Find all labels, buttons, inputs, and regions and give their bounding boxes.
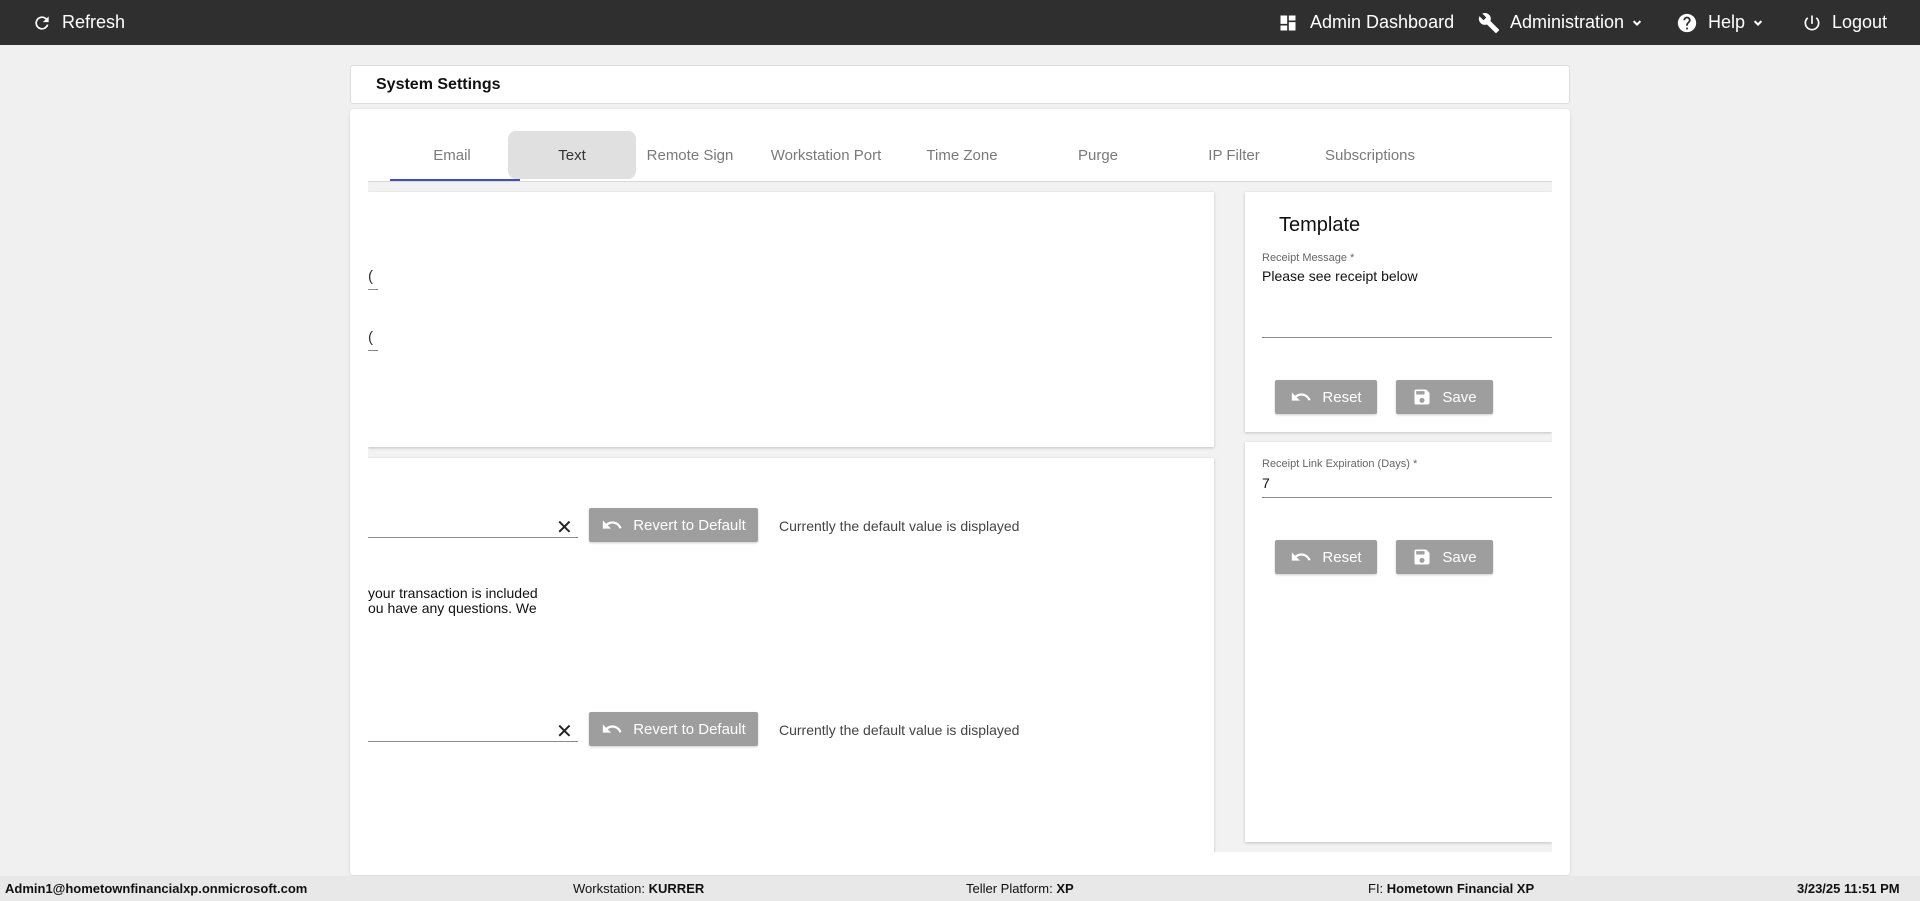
reset-button[interactable]: Reset xyxy=(1275,540,1377,574)
clipped-field-text: ( xyxy=(368,268,373,285)
settings-tabs: Email Text Remote Sign Workstation Port … xyxy=(368,129,1552,182)
active-tab-indicator xyxy=(390,179,520,181)
help-label: Help xyxy=(1708,12,1746,32)
clear-icon[interactable]: ✕ xyxy=(556,518,573,538)
tab-workstation-port[interactable]: Workstation Port xyxy=(762,129,890,181)
refresh-button[interactable]: Refresh xyxy=(32,0,125,45)
tab-content-area: ( ( ✕ Revert to Default Currently the de… xyxy=(368,182,1552,852)
tab-subscriptions[interactable]: Subscriptions xyxy=(1306,129,1434,181)
top-navigation-bar: Refresh Admin Dashboard Administration H… xyxy=(0,0,1920,45)
logout-button[interactable]: Logout xyxy=(1802,0,1887,45)
administration-menu[interactable]: Administration xyxy=(1478,0,1644,45)
status-footer: Admin1@hometownfinancialxp.onmicrosoft.c… xyxy=(0,876,1920,901)
revert-to-default-label: Revert to Default xyxy=(633,720,746,738)
admin-dashboard-label: Admin Dashboard xyxy=(1310,12,1455,32)
default-value-note: Currently the default value is displayed xyxy=(779,518,1020,534)
save-button[interactable]: Save xyxy=(1396,540,1493,574)
template-title: Template xyxy=(1279,214,1361,236)
settings-header-card: System Settings xyxy=(350,65,1570,104)
receipt-message-input[interactable]: Please see receipt below xyxy=(1262,268,1418,284)
clipped-field-text: ( xyxy=(368,329,373,346)
tab-purge[interactable]: Purge xyxy=(1034,129,1162,181)
tab-time-zone[interactable]: Time Zone xyxy=(898,129,1026,181)
save-icon xyxy=(1414,549,1430,565)
page-title: System Settings xyxy=(376,75,501,93)
save-button[interactable]: Save xyxy=(1396,380,1493,414)
expiration-underline xyxy=(1262,497,1552,498)
chevron-down-icon xyxy=(1632,19,1642,26)
logout-label: Logout xyxy=(1832,12,1888,32)
refresh-label: Refresh xyxy=(62,12,126,32)
footer-platform: Teller Platform: XP xyxy=(966,881,1074,896)
wrench-icon xyxy=(1478,12,1500,33)
receipt-message-underline xyxy=(1262,337,1552,338)
undo-icon xyxy=(603,520,622,529)
tab-remote-sign[interactable]: Remote Sign xyxy=(626,129,754,181)
save-icon xyxy=(1414,389,1430,405)
refresh-icon xyxy=(35,15,49,30)
save-label: Save xyxy=(1442,388,1477,406)
reset-label: Reset xyxy=(1322,548,1362,566)
revert-to-default-label: Revert to Default xyxy=(633,516,746,534)
message-text-line: ou have any questions. We xyxy=(368,600,537,616)
footer-datetime: 3/23/25 11:51 PM xyxy=(1797,881,1900,896)
tab-text[interactable]: Text xyxy=(508,131,636,179)
footer-fi: FI: Hometown Financial XP xyxy=(1368,881,1535,896)
footer-workstation: Workstation: KURRER xyxy=(573,881,705,896)
admin-dashboard-link[interactable]: Admin Dashboard xyxy=(1278,0,1454,45)
message-field-2[interactable] xyxy=(368,720,578,742)
chevron-down-icon xyxy=(1753,19,1763,26)
template-panel: Template Receipt Message * Please see re… xyxy=(1245,192,1552,432)
revert-to-default-button[interactable]: Revert to Default xyxy=(589,712,758,746)
help-menu[interactable]: Help xyxy=(1676,0,1765,45)
receipt-message-label: Receipt Message * xyxy=(1262,252,1355,264)
clear-icon[interactable]: ✕ xyxy=(556,722,573,742)
clipped-field-underline xyxy=(368,350,378,351)
save-label: Save xyxy=(1442,548,1477,566)
reset-label: Reset xyxy=(1322,388,1362,406)
message-field-1[interactable] xyxy=(368,516,578,538)
message-text-line: your transaction is included xyxy=(368,585,538,601)
help-icon xyxy=(1677,13,1697,32)
default-value-note: Currently the default value is displayed xyxy=(779,722,1020,738)
undo-icon xyxy=(1292,552,1312,561)
undo-icon xyxy=(603,724,622,733)
tab-email[interactable]: Email xyxy=(388,129,516,181)
revert-to-default-button[interactable]: Revert to Default xyxy=(589,508,758,542)
expiration-input[interactable]: 7 xyxy=(1262,475,1270,491)
power-icon xyxy=(1804,15,1820,30)
tab-ip-filter[interactable]: IP Filter xyxy=(1170,129,1298,181)
expiration-label: Receipt Link Expiration (Days) * xyxy=(1262,458,1418,470)
sender-settings-panel: ( ( xyxy=(368,192,1214,447)
undo-icon xyxy=(1292,392,1312,401)
reset-button[interactable]: Reset xyxy=(1275,380,1377,414)
administration-label: Administration xyxy=(1510,12,1625,32)
clipped-field-underline xyxy=(368,289,378,290)
expiration-panel: Receipt Link Expiration (Days) * 7 Reset… xyxy=(1245,442,1552,842)
footer-user: Admin1@hometownfinancialxp.onmicrosoft.c… xyxy=(5,881,308,896)
message-settings-panel: ✕ Revert to Default Currently the defaul… xyxy=(368,458,1214,852)
dashboard-icon xyxy=(1280,15,1296,30)
